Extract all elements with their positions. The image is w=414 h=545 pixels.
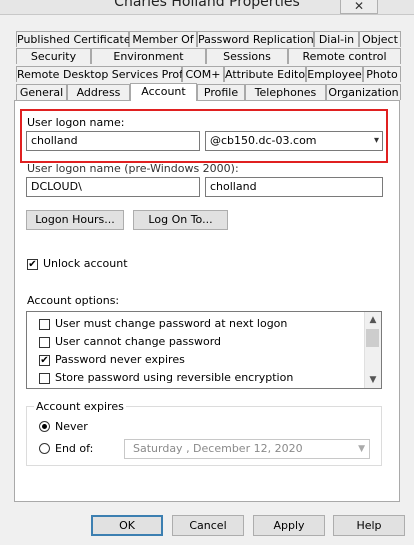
expires-end-of-radio[interactable] — [39, 443, 50, 454]
expires-never-label: Never — [55, 420, 88, 433]
tab-password-replication[interactable]: Password Replication — [197, 31, 314, 47]
tab-object[interactable]: Object — [359, 31, 401, 47]
calendar-dropdown-icon: ▼ — [358, 444, 365, 454]
pre-windows-2000-domain-field: DCLOUD\ — [26, 177, 200, 197]
option-reversible-encryption-label: Store password using reversible encrypti… — [55, 371, 294, 384]
upn-suffix-value: @cb150.dc-03.com — [210, 134, 317, 147]
expiration-date-value: Saturday , December 12, 2020 — [133, 442, 303, 455]
tab-employee[interactable]: Employee — [306, 66, 363, 82]
tab-address[interactable]: Address — [67, 84, 130, 100]
tab-attribute-editor[interactable]: Attribute Editor — [224, 66, 310, 82]
radio-selected-dot — [42, 424, 47, 429]
tab-telephones[interactable]: Telephones — [245, 84, 326, 100]
cancel-button[interactable]: Cancel — [172, 515, 244, 536]
upn-suffix-dropdown[interactable]: @cb150.dc-03.com ▾ — [205, 131, 383, 151]
pre-windows-2000-username-input[interactable]: cholland — [205, 177, 383, 197]
tab-security[interactable]: Security — [16, 48, 91, 64]
chevron-down-icon: ▾ — [373, 135, 379, 146]
unlock-account-checkbox[interactable]: ✔ — [27, 259, 38, 270]
account-options-list[interactable]: User must change password at next logon … — [26, 311, 382, 389]
tab-organization[interactable]: Organization — [326, 84, 401, 100]
apply-button[interactable]: Apply — [253, 515, 325, 536]
logon-hours-button[interactable]: Logon Hours... — [26, 210, 124, 230]
user-logon-name-input[interactable]: cholland — [26, 131, 200, 151]
check-icon: ✔ — [28, 259, 37, 270]
user-logon-name-label: User logon name: — [27, 116, 125, 129]
tab-dial-in[interactable]: Dial-in — [314, 31, 359, 47]
expiration-date-picker[interactable]: Saturday , December 12, 2020 ▼ — [124, 439, 370, 459]
option-must-change-password-label: User must change password at next logon — [55, 317, 288, 330]
account-options-label: Account options: — [27, 294, 120, 307]
tab-profile[interactable]: Profile — [197, 84, 245, 100]
title-bar: Charles Holland Properties ✕ — [0, 0, 414, 15]
tab-general[interactable]: General — [16, 84, 67, 100]
scroll-down-icon[interactable]: ▼ — [365, 372, 381, 388]
tab-photo[interactable]: Photo — [363, 66, 401, 82]
option-password-never-expires-checkbox[interactable]: ✔ — [39, 355, 50, 366]
tab-remote-control[interactable]: Remote control — [288, 48, 401, 64]
help-button[interactable]: Help — [333, 515, 405, 536]
scroll-up-icon[interactable]: ▲ — [365, 312, 381, 328]
scroll-thumb[interactable] — [366, 329, 379, 347]
tab-environment[interactable]: Environment — [91, 48, 206, 64]
tab-published-certificates[interactable]: Published Certificates — [16, 31, 136, 47]
close-button[interactable]: ✕ — [340, 0, 378, 14]
options-scrollbar[interactable]: ▲ ▼ — [364, 312, 381, 388]
check-icon: ✔ — [40, 355, 49, 366]
unlock-account-label: Unlock account — [43, 257, 128, 270]
tab-sessions[interactable]: Sessions — [206, 48, 288, 64]
option-reversible-encryption-checkbox[interactable] — [39, 373, 50, 384]
pre-windows-2000-label: User logon name (pre-Windows 2000): — [27, 162, 239, 175]
option-password-never-expires-label: Password never expires — [55, 353, 185, 366]
tab-member-of[interactable]: Member Of — [129, 31, 197, 47]
expires-never-radio[interactable] — [39, 421, 50, 432]
tab-remote-desktop-services-profile[interactable]: Remote Desktop Services Profile — [16, 66, 196, 82]
option-cannot-change-password-label: User cannot change password — [55, 335, 222, 348]
close-icon: ✕ — [353, 0, 365, 13]
option-must-change-password-checkbox[interactable] — [39, 319, 50, 330]
account-expires-label: Account expires — [34, 400, 126, 413]
ok-button[interactable]: OK — [91, 515, 163, 536]
expires-end-of-label: End of: — [55, 442, 94, 455]
tab-account[interactable]: Account — [130, 83, 197, 101]
tab-com-plus[interactable]: COM+ — [182, 66, 224, 82]
option-cannot-change-password-checkbox[interactable] — [39, 337, 50, 348]
log-on-to-button[interactable]: Log On To... — [133, 210, 228, 230]
